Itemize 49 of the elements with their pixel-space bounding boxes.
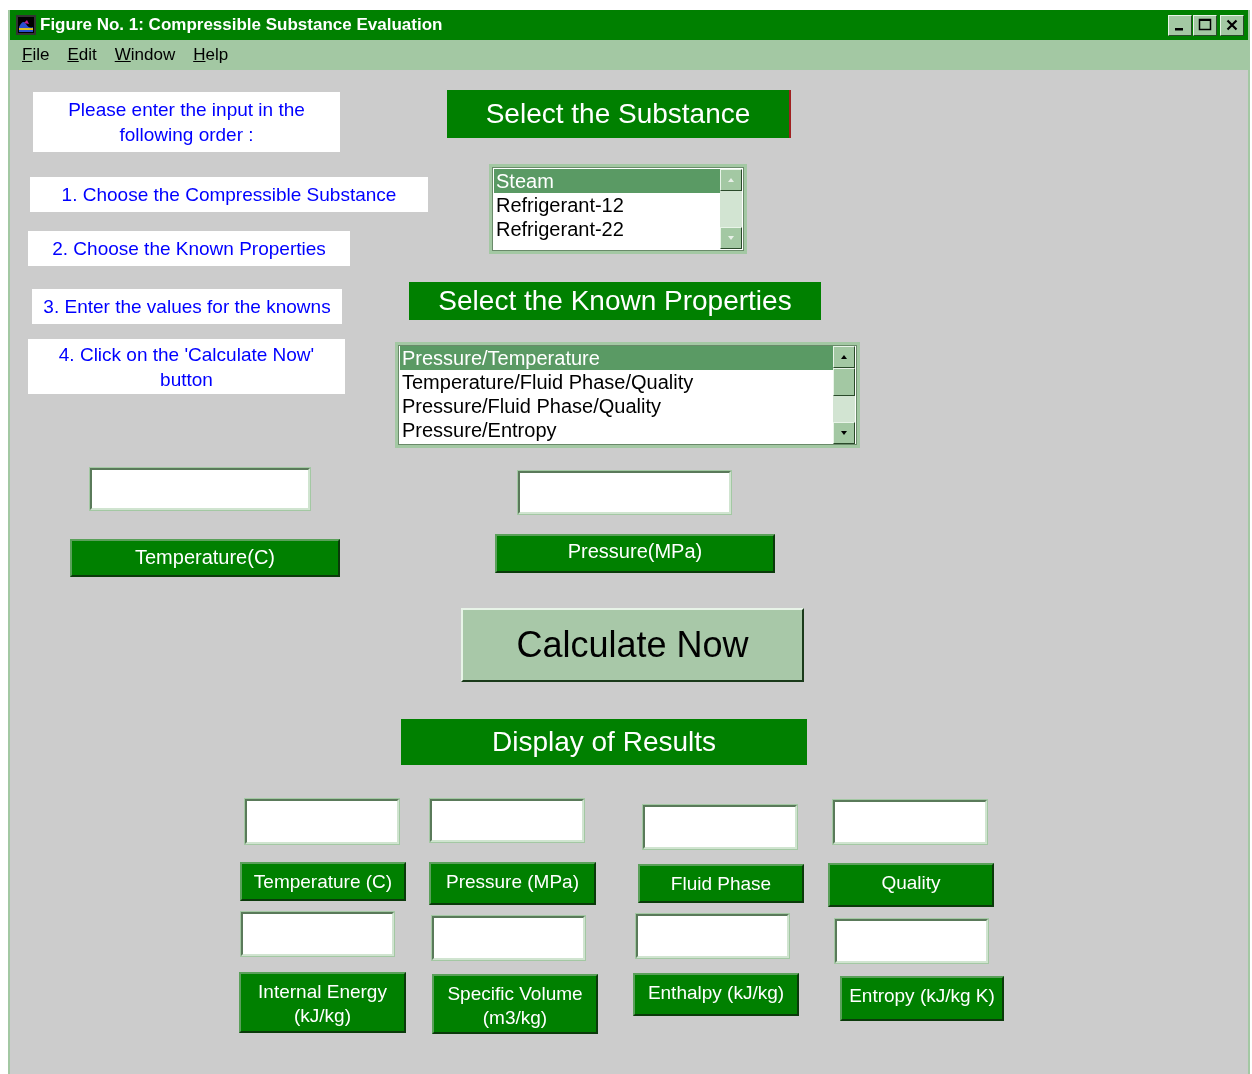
scroll-up-icon[interactable]	[720, 169, 742, 191]
section-heading: Select the Substance	[447, 90, 791, 138]
app-icon	[16, 15, 36, 35]
input-field[interactable]	[90, 468, 310, 510]
result-label: Specific Volume (m3/kg)	[432, 974, 598, 1034]
result-label: Internal Energy (kJ/kg)	[239, 972, 406, 1033]
output-field[interactable]	[636, 914, 789, 958]
input-field[interactable]	[518, 471, 731, 514]
result-label: Temperature (C)	[240, 862, 406, 901]
menu-item[interactable]: Help	[193, 45, 229, 65]
result-label: Enthalpy (kJ/kg)	[633, 973, 799, 1016]
output-field[interactable]	[432, 916, 585, 960]
instruction-text: 2. Choose the Known Properties	[28, 231, 350, 266]
list-item[interactable]: Pressure/Fluid Phase/Quality	[400, 394, 833, 418]
scrollbar[interactable]	[720, 169, 742, 249]
properties-listbox[interactable]: Pressure/Temperature Temperature/Fluid Phase/Quality Pressure/Fluid Phase/Quality Pressure/Entropy	[395, 342, 860, 448]
scrollbar[interactable]	[833, 346, 855, 444]
instruction-text: Please enter the input in the following order :	[33, 92, 340, 152]
scroll-up-icon[interactable]	[833, 346, 855, 368]
field-label: Temperature(C)	[70, 539, 340, 577]
list-item[interactable]: Pressure/Entropy	[400, 418, 833, 442]
list-item[interactable]: Temperature/Fluid Phase/Quality	[400, 370, 833, 394]
instruction-text: 1. Choose the Compressible Substance	[30, 177, 428, 212]
calculate-button[interactable]: Calculate Now	[461, 608, 804, 682]
result-label: Entropy (kJ/kg K)	[840, 976, 1004, 1021]
result-label: Pressure (MPa)	[429, 862, 596, 905]
window-title: Figure No. 1: Compressible Substance Evaluation	[40, 15, 444, 35]
menu-item[interactable]: Window	[114, 45, 176, 65]
instruction-text: 3. Enter the values for the knowns	[32, 289, 342, 324]
scroll-thumb[interactable]	[833, 368, 855, 396]
menu-item[interactable]: File	[22, 45, 50, 65]
list-item[interactable]: Refrigerant-22	[494, 217, 720, 241]
output-field[interactable]	[833, 800, 987, 844]
output-field[interactable]	[643, 805, 797, 849]
output-field[interactable]	[245, 799, 399, 844]
substance-listbox[interactable]: Steam Refrigerant-12 Refrigerant-22	[489, 164, 747, 254]
instruction-text: 4. Click on the 'Calculate Now' button	[28, 339, 345, 394]
section-heading: Display of Results	[401, 719, 807, 765]
scroll-down-icon[interactable]	[833, 422, 855, 444]
result-label: Quality	[828, 863, 994, 907]
field-label: Pressure(MPa)	[495, 534, 775, 573]
output-field[interactable]	[241, 912, 394, 956]
result-label: Fluid Phase	[638, 864, 804, 903]
output-field[interactable]	[430, 799, 584, 842]
scroll-down-icon[interactable]	[720, 227, 742, 249]
section-heading: Select the Known Properties	[409, 282, 821, 320]
output-field[interactable]	[835, 919, 988, 963]
list-item[interactable]: Refrigerant-12	[494, 193, 720, 217]
menu-item[interactable]: Edit	[67, 45, 97, 65]
